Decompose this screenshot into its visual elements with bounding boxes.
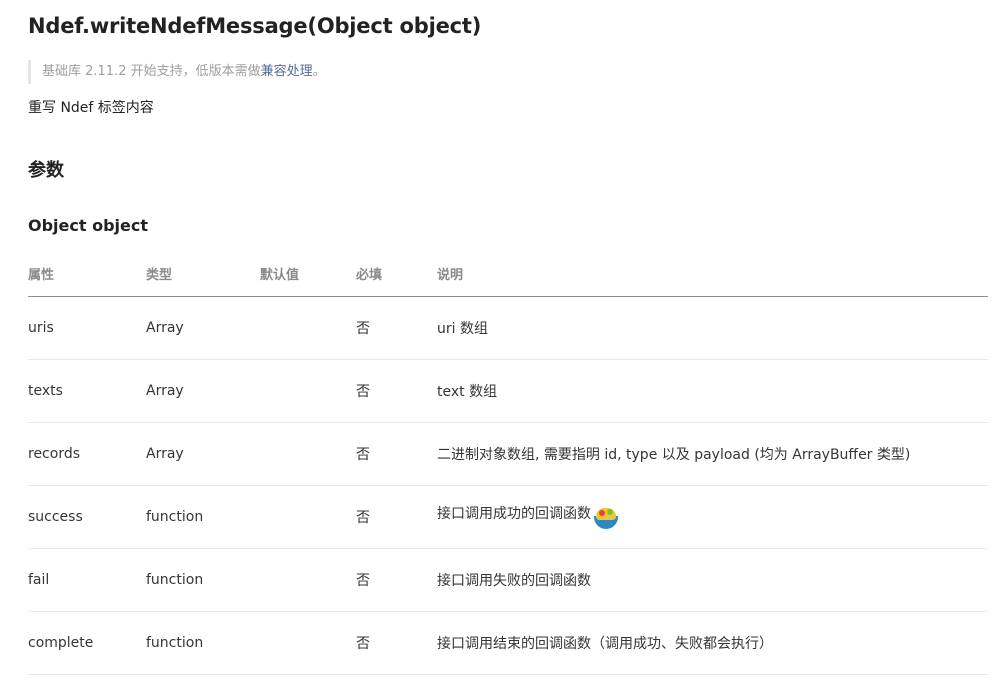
version-note-text: 基础库 2.11.2 开始支持，低版本需做: [42, 64, 261, 79]
cell-type: Array: [146, 359, 260, 423]
cell-default: [260, 422, 356, 486]
cell-required: 否: [356, 485, 437, 549]
cell-property: fail: [28, 548, 146, 612]
cell-required: 否: [356, 611, 437, 675]
cell-explanation: uri 数组: [437, 296, 988, 360]
table-row: texts Array 否 text 数组: [28, 359, 988, 423]
api-description: 重写 Ndef 标签内容: [28, 100, 154, 116]
cell-property: texts: [28, 359, 146, 423]
header-type: 类型: [146, 250, 260, 297]
cell-explanation-with-icon: 接口调用成功的回调函数: [437, 485, 988, 549]
cell-type: Array: [146, 422, 260, 486]
cell-default: [260, 485, 356, 549]
cell-required: 否: [356, 548, 437, 612]
cell-required: 否: [356, 422, 437, 486]
cell-default: [260, 611, 356, 675]
table-row: uris Array 否 uri 数组: [28, 296, 988, 360]
page-title: Ndef.writeNdefMessage(Object object): [28, 14, 482, 38]
table-row: records Array 否 二进制对象数组, 需要指明 id, type 以…: [28, 422, 988, 486]
header-default: 默认值: [260, 250, 356, 297]
header-property: 属性: [28, 250, 146, 297]
cell-explanation: 接口调用失败的回调函数: [437, 548, 988, 612]
cell-default: [260, 548, 356, 612]
cell-property: uris: [28, 296, 146, 360]
object-heading: Object object: [28, 216, 149, 235]
cell-property: success: [28, 485, 146, 549]
params-table: 属性 类型 默认值 必填 说明 uris Array 否 uri 数组 text…: [28, 250, 988, 675]
table-header-row: 属性 类型 默认值 必填 说明: [28, 250, 988, 297]
cell-required: 否: [356, 296, 437, 360]
header-required: 必填: [356, 250, 437, 297]
cell-type: function: [146, 611, 260, 675]
cell-explanation: 二进制对象数组, 需要指明 id, type 以及 payload (均为 Ar…: [437, 422, 988, 486]
table-row: complete function 否 接口调用结束的回调函数（调用成功、失败都…: [28, 611, 988, 675]
params-heading: 参数: [28, 160, 64, 181]
table-row: fail function 否 接口调用失败的回调函数: [28, 548, 988, 612]
version-note: 基础库 2.11.2 开始支持，低版本需做兼容处理。: [28, 60, 326, 84]
cell-type: function: [146, 548, 260, 612]
cell-explanation: 接口调用结束的回调函数（调用成功、失败都会执行）: [437, 611, 988, 675]
cell-type: Array: [146, 296, 260, 360]
table-row: success function 否 接口调用成功的回调函数: [28, 485, 988, 549]
food-bowl-emoji-icon[interactable]: [593, 506, 619, 532]
cell-required: 否: [356, 359, 437, 423]
cell-property: complete: [28, 611, 146, 675]
cell-explanation: 接口调用成功的回调函数: [437, 505, 591, 522]
version-note-suffix: 。: [312, 64, 326, 79]
cell-property: records: [28, 422, 146, 486]
cell-type: function: [146, 485, 260, 549]
compatibility-link[interactable]: 兼容处理: [261, 64, 313, 79]
cell-default: [260, 359, 356, 423]
header-explanation: 说明: [437, 250, 988, 297]
cell-explanation: text 数组: [437, 359, 988, 423]
cell-default: [260, 296, 356, 360]
